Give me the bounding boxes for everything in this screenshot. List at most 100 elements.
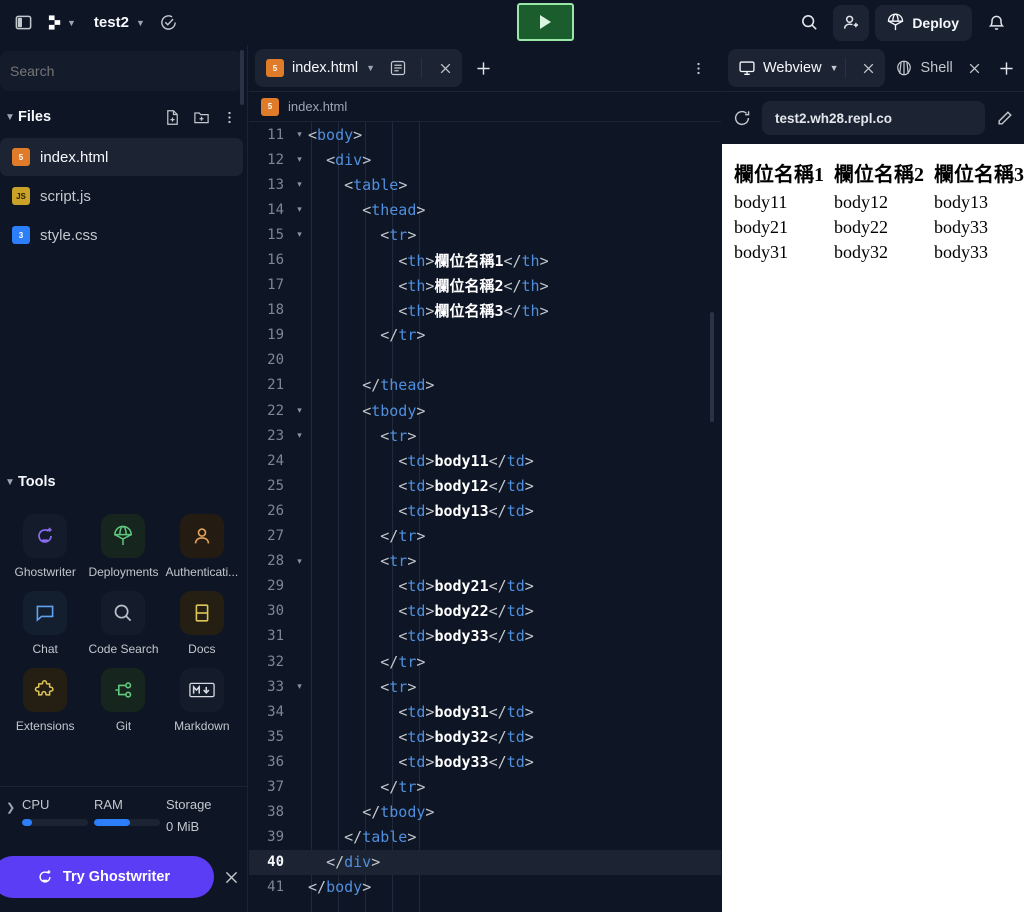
code-line[interactable]: 13 ▾ <table> bbox=[249, 172, 721, 197]
kebab-menu-icon[interactable] bbox=[222, 110, 237, 125]
code-line[interactable]: 11 ▾ <body> bbox=[249, 122, 721, 147]
editor-scrollbar[interactable] bbox=[710, 312, 714, 422]
code-line[interactable]: 39 </table> bbox=[249, 825, 721, 850]
try-ghostwriter-label: Try Ghostwriter bbox=[62, 869, 171, 885]
close-icon[interactable] bbox=[430, 53, 460, 83]
code-line[interactable]: 37 </tr> bbox=[249, 774, 721, 799]
tool-label: Docs bbox=[188, 642, 216, 656]
tool-chat[interactable]: Chat bbox=[6, 585, 84, 660]
code-line[interactable]: 34 <td>body31</td> bbox=[249, 699, 721, 724]
cpu-stat: CPU bbox=[22, 797, 92, 826]
tab-webview[interactable]: Webview ▼ bbox=[728, 49, 886, 87]
new-file-icon[interactable] bbox=[164, 109, 181, 126]
url-field[interactable]: test2.wh28.repl.co bbox=[762, 101, 985, 135]
new-tab-icon[interactable] bbox=[466, 51, 500, 85]
tool-authentication[interactable]: Authenticati... bbox=[163, 508, 241, 583]
line-number: 24 bbox=[267, 452, 284, 469]
code-line[interactable]: 14 ▾ <thead> bbox=[249, 197, 721, 222]
tab-shell[interactable]: Shell bbox=[885, 49, 991, 87]
fold-chevron-icon[interactable]: ▾ bbox=[291, 681, 308, 692]
code-line[interactable]: 33 ▾ <tr> bbox=[249, 674, 721, 699]
search-field[interactable] bbox=[0, 51, 243, 91]
tool-deployments[interactable]: Deployments bbox=[84, 508, 162, 583]
code-text: </tr> bbox=[380, 326, 426, 345]
code-line[interactable]: 19 </tr> bbox=[249, 323, 721, 348]
code-line[interactable]: 24 <td>body11</td> bbox=[249, 448, 721, 473]
code-line[interactable]: 31 <td>body33</td> bbox=[249, 624, 721, 649]
bell-icon[interactable] bbox=[978, 5, 1014, 41]
editor-tab-index-html[interactable]: 5 index.html ▼ bbox=[255, 49, 463, 87]
fold-chevron-icon[interactable]: ▾ bbox=[291, 129, 308, 140]
file-item-script-js[interactable]: JS script.js bbox=[0, 177, 243, 215]
tool-git[interactable]: Git bbox=[84, 662, 162, 737]
code-line[interactable]: 12 ▾ <div> bbox=[249, 147, 721, 172]
reload-icon[interactable] bbox=[732, 108, 752, 128]
code-line[interactable]: 15 ▾ <tr> bbox=[249, 222, 721, 247]
code-line[interactable]: 26 <td>body13</td> bbox=[249, 498, 721, 523]
tool-docs[interactable]: Docs bbox=[163, 585, 241, 660]
table-header-cell: 欄位名稱2 bbox=[834, 164, 924, 186]
fold-chevron-icon[interactable]: ▾ bbox=[291, 204, 308, 215]
file-item-index-html[interactable]: 5 index.html bbox=[0, 138, 243, 176]
project-name-menu[interactable]: test2 ▼ bbox=[84, 8, 151, 38]
magnifier-icon bbox=[101, 591, 146, 635]
chevron-down-icon[interactable]: ▼ bbox=[366, 63, 375, 73]
tools-section-header[interactable]: ▼ Tools bbox=[0, 462, 247, 502]
code-line[interactable]: 29 <td>body21</td> bbox=[249, 574, 721, 599]
fold-chevron-icon[interactable]: ▾ bbox=[291, 154, 308, 165]
code-line[interactable]: 30 <td>body22</td> bbox=[249, 599, 721, 624]
new-tab-icon[interactable] bbox=[996, 51, 1018, 85]
tool-ghostwriter[interactable]: Ghostwriter bbox=[6, 508, 84, 583]
chevron-down-icon[interactable]: ▼ bbox=[830, 63, 839, 73]
tool-markdown[interactable]: Markdown bbox=[163, 662, 241, 737]
code-line[interactable]: 28 ▾ <tr> bbox=[249, 549, 721, 574]
tool-code-search[interactable]: Code Search bbox=[84, 585, 162, 660]
code-line[interactable]: 18 <th>欄位名稱3</th> bbox=[249, 298, 721, 323]
tool-extensions[interactable]: Extensions bbox=[6, 662, 84, 737]
close-icon[interactable] bbox=[853, 53, 883, 83]
fold-chevron-icon[interactable]: ▾ bbox=[291, 430, 308, 441]
fold-chevron-icon[interactable]: ▾ bbox=[291, 405, 308, 416]
code-text: <td>body12</td> bbox=[398, 476, 534, 495]
table-cell: body33 bbox=[934, 242, 988, 262]
code-line[interactable]: 17 <th>欄位名稱2</th> bbox=[249, 273, 721, 298]
code-line[interactable]: 40 </div> bbox=[249, 849, 721, 875]
fold-chevron-icon[interactable]: ▾ bbox=[291, 179, 308, 190]
try-ghostwriter-button[interactable]: Try Ghostwriter bbox=[0, 856, 214, 898]
deploy-button[interactable]: Deploy bbox=[875, 4, 972, 41]
fold-chevron-icon[interactable]: ▾ bbox=[291, 556, 308, 567]
close-icon[interactable] bbox=[960, 53, 990, 83]
code-line[interactable]: 22 ▾ <tbody> bbox=[249, 398, 721, 423]
code-line[interactable]: 27 </tr> bbox=[249, 524, 721, 549]
close-icon[interactable] bbox=[214, 869, 248, 886]
files-section-header[interactable]: ▼ Files bbox=[0, 97, 247, 137]
chevron-right-icon[interactable]: ❯ bbox=[6, 797, 20, 814]
code-line[interactable]: 41 </body> bbox=[249, 875, 721, 900]
code-line[interactable]: 21 </thead> bbox=[249, 373, 721, 398]
sidebar-scrollbar[interactable] bbox=[240, 50, 244, 105]
code-text: <tr> bbox=[380, 552, 417, 571]
document-view-icon[interactable] bbox=[383, 53, 413, 83]
search-input[interactable] bbox=[10, 63, 243, 79]
sidebar-toggle-icon[interactable] bbox=[8, 8, 39, 38]
code-line[interactable]: 23 ▾ <tr> bbox=[249, 423, 721, 448]
code-line[interactable]: 35 <td>body32</td> bbox=[249, 724, 721, 749]
pane-menu-icon[interactable] bbox=[681, 51, 715, 85]
book-icon bbox=[179, 591, 224, 635]
file-item-style-css[interactable]: 3 style.css bbox=[0, 216, 243, 254]
code-line[interactable]: 36 <td>body33</td> bbox=[249, 749, 721, 774]
history-check-icon[interactable] bbox=[153, 8, 184, 38]
fold-chevron-icon[interactable]: ▾ bbox=[291, 229, 308, 240]
pencil-icon[interactable] bbox=[995, 109, 1014, 128]
code-editor[interactable]: 11 ▾ <body> 12 ▾ <div> 13 ▾ <table> 14 ▾ <thead>… bbox=[249, 122, 721, 912]
code-line[interactable]: 38 </tbody> bbox=[249, 800, 721, 825]
invite-user-icon[interactable] bbox=[833, 4, 870, 41]
run-button[interactable] bbox=[517, 3, 574, 41]
new-folder-icon[interactable] bbox=[193, 109, 210, 126]
code-line[interactable]: 20 bbox=[249, 348, 721, 373]
replit-logo-menu[interactable]: ▼ bbox=[41, 8, 82, 38]
code-line[interactable]: 16 <th>欄位名稱1</th> bbox=[249, 247, 721, 272]
code-line[interactable]: 25 <td>body12</td> bbox=[249, 473, 721, 498]
search-icon[interactable] bbox=[791, 5, 827, 41]
code-line[interactable]: 32 </tr> bbox=[249, 649, 721, 674]
